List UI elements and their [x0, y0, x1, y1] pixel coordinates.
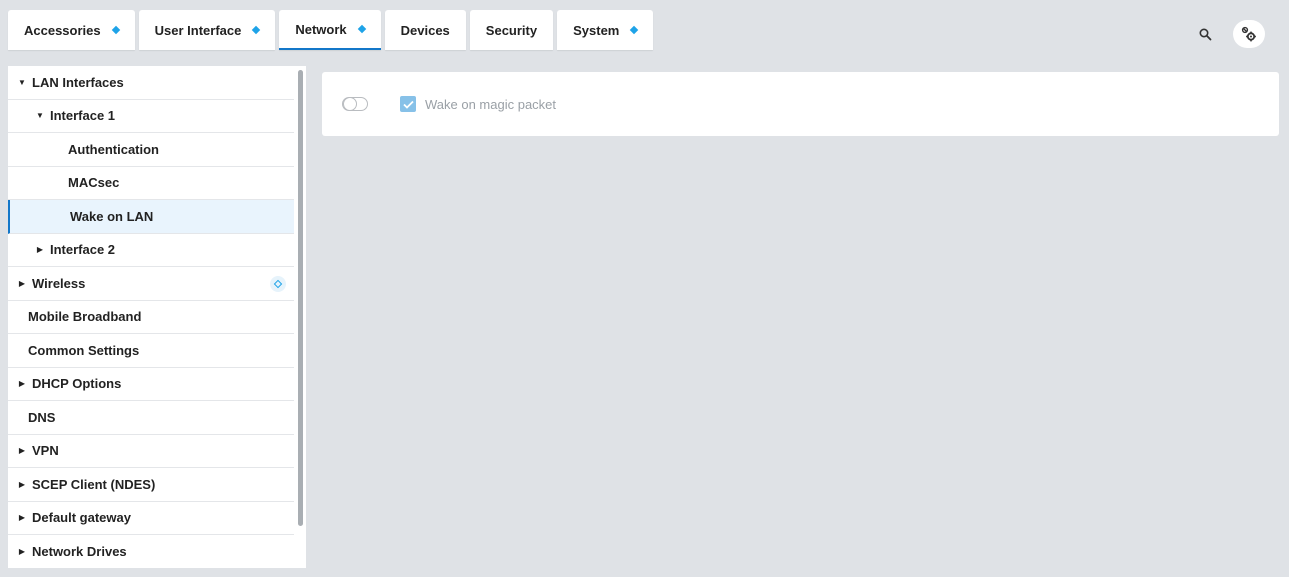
tab-security[interactable]: Security [469, 10, 554, 50]
tree-item-wake-on-lan[interactable]: Wake on LAN [8, 200, 294, 234]
caret-right-icon: ▶ [18, 379, 26, 389]
tree-item-label: VPN [32, 443, 59, 459]
tab-label: Devices [400, 22, 450, 38]
caret-right-icon: ▶ [18, 278, 26, 288]
tree-item-label: Common Settings [28, 342, 140, 358]
tree-item-label: Interface 1 [50, 108, 116, 124]
tree-item-label: DHCP Options [32, 376, 122, 392]
caret-right-icon: ▶ [18, 546, 26, 556]
tree-item-label: DNS [28, 409, 56, 425]
tab-label: Network [295, 21, 347, 37]
tab-accessories[interactable]: Accessories [8, 10, 135, 50]
tab-label: System [573, 22, 620, 38]
tree-item-default-gateway[interactable]: ▶ Default gateway [8, 502, 294, 535]
tree-item-label: MACsec [68, 175, 120, 191]
caret-down-icon: ▼ [18, 77, 26, 87]
caret-right-icon: ▶ [18, 513, 26, 523]
wake-on-lan-setting-card: Wake on magic packet [322, 72, 1279, 136]
settings-button[interactable] [1233, 20, 1265, 48]
wake-on-magic-packet-checkbox[interactable]: Wake on magic packet [400, 96, 556, 112]
tab-label: Security [485, 22, 538, 38]
header-actions [1195, 20, 1265, 48]
enable-toggle[interactable] [342, 97, 368, 111]
modified-diamond-icon [357, 24, 366, 34]
tree-item-label: Wireless [32, 275, 86, 291]
tree-item-network-drives[interactable]: ▶ Network Drives [8, 535, 294, 568]
tree-item-label: Mobile Broadband [28, 309, 142, 325]
tree-item-dhcp-options[interactable]: ▶ DHCP Options [8, 368, 294, 401]
modified-diamond-icon [111, 25, 120, 35]
top-tab-bar: Accessories User Interface Network Devic… [8, 10, 654, 50]
tree-item-mobile-broadband[interactable]: Mobile Broadband [8, 301, 294, 334]
search-icon [1198, 27, 1211, 40]
sidebar-scrollbar[interactable] [298, 70, 303, 526]
wrench-gear-icon [1241, 26, 1256, 42]
tree-item-scep-client[interactable]: ▶ SCEP Client (NDES) [8, 468, 294, 502]
tab-devices[interactable]: Devices [384, 10, 466, 50]
tree-item-macsec[interactable]: MACsec [8, 167, 294, 200]
tree-item-label: LAN Interfaces [32, 74, 124, 90]
tree-item-lan-interfaces[interactable]: ▼ LAN Interfaces [8, 66, 294, 100]
tab-system[interactable]: System [557, 10, 654, 50]
tree-item-label: Network Drives [32, 543, 127, 559]
settings-tree: ▼ LAN Interfaces ▼ Interface 1 Authentic… [8, 66, 294, 568]
tree-item-label: SCEP Client (NDES) [32, 476, 156, 492]
toggle-knob [343, 97, 357, 111]
settings-sidebar: ▼ LAN Interfaces ▼ Interface 1 Authentic… [8, 66, 306, 568]
modified-diamond-icon [630, 25, 639, 35]
caret-right-icon: ▶ [18, 446, 26, 456]
tab-label: User Interface [154, 22, 242, 38]
checkbox-label: Wake on magic packet [425, 96, 557, 112]
tree-item-vpn[interactable]: ▶ VPN [8, 435, 294, 468]
tree-item-wireless[interactable]: ▶ Wireless [8, 267, 294, 301]
caret-down-icon: ▼ [36, 111, 44, 121]
tree-item-label: Wake on LAN [70, 208, 154, 224]
caret-right-icon: ▶ [18, 479, 26, 489]
tree-item-label: Authentication [68, 141, 159, 157]
search-button[interactable] [1195, 24, 1215, 44]
tree-item-authentication[interactable]: Authentication [8, 133, 294, 167]
modified-ring-icon [270, 276, 286, 292]
modified-diamond-icon [252, 25, 261, 35]
tree-item-label: Interface 2 [50, 242, 116, 258]
tree-item-interface-1[interactable]: ▼ Interface 1 [8, 100, 294, 133]
caret-right-icon: ▶ [36, 245, 44, 255]
tree-item-dns[interactable]: DNS [8, 401, 294, 435]
tree-item-interface-2[interactable]: ▶ Interface 2 [8, 234, 294, 267]
tree-item-common-settings[interactable]: Common Settings [8, 334, 294, 368]
checkbox-box [400, 96, 416, 112]
checkmark-icon [402, 100, 414, 109]
tab-user-interface[interactable]: User Interface [138, 10, 276, 50]
tab-label: Accessories [24, 22, 101, 38]
tab-network[interactable]: Network [279, 10, 381, 50]
tree-item-label: Default gateway [32, 510, 131, 526]
